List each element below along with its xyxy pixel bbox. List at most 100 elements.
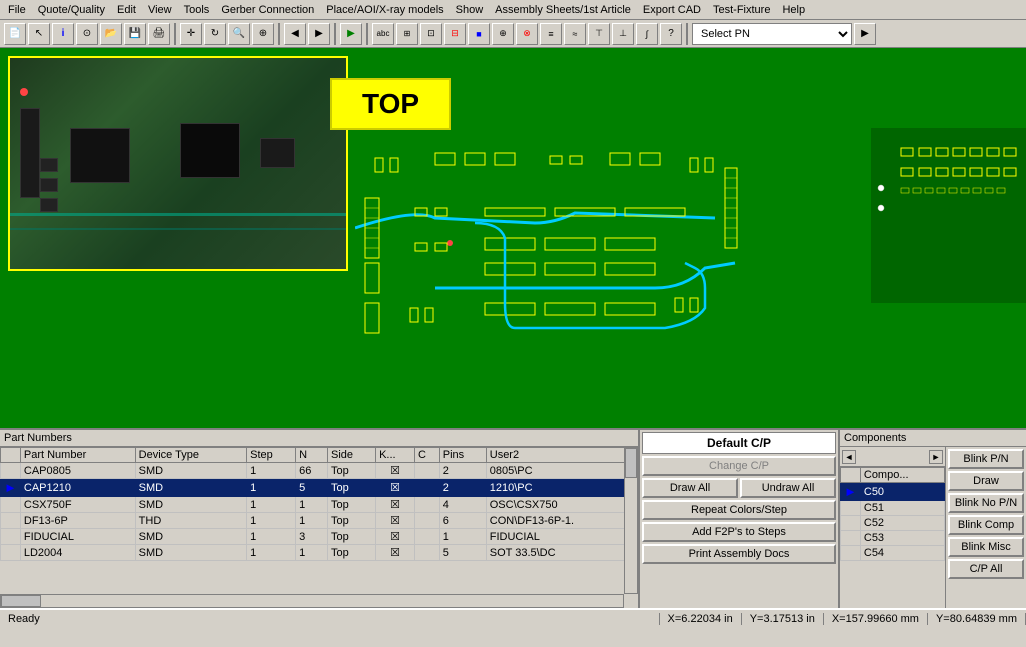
table-row[interactable]: LD2004 SMD 1 1 Top ☒ 5 SOT 33.5\DC [1, 545, 638, 561]
toolbar-rotate[interactable]: ↻ [204, 23, 226, 45]
toolbar-t4[interactable]: ⊟ [444, 23, 466, 45]
menu-testfixture[interactable]: Test-Fixture [707, 2, 776, 18]
undraw-all-button[interactable]: Undraw All [740, 478, 836, 498]
statusbar: Ready X=6.22034 in Y=3.17513 in X=157.99… [0, 608, 1026, 628]
row-c [414, 479, 439, 497]
menu-view[interactable]: View [142, 2, 178, 18]
draw-button[interactable]: Draw [948, 471, 1024, 491]
toolbar-t9[interactable]: ≈ [564, 23, 586, 45]
menu-quote[interactable]: Quote/Quality [32, 2, 111, 18]
menu-file[interactable]: File [2, 2, 32, 18]
toolbar-t5[interactable]: ■ [468, 23, 490, 45]
trace-h1 [10, 213, 348, 216]
pn-scroll-thumb-h[interactable] [1, 595, 41, 607]
comp-name: C52 [860, 516, 944, 531]
components-panel: Components ◄ ► Compo... [840, 430, 1026, 608]
pn-scroll-thumb-v[interactable] [625, 448, 637, 478]
pn-select-dropdown[interactable]: Select PN [692, 23, 852, 45]
toolbar-t12[interactable]: ∫ [636, 23, 658, 45]
print-docs-button[interactable]: Print Assembly Docs [642, 544, 836, 564]
main-canvas[interactable]: TOP [0, 48, 1026, 428]
toolbar-t3[interactable]: ⊡ [420, 23, 442, 45]
toolbar-fwd[interactable]: ▶ [308, 23, 330, 45]
col-user2[interactable]: User2 [486, 448, 637, 463]
toolbar: 📄 ↖ i ⊙ 📂 💾 🖨 ✛ ↻ 🔍 ⊕ ◀ ▶ ▶ abc ⊞ ⊡ ⊟ ■ … [0, 20, 1026, 48]
change-cp-button[interactable]: Change C/P [642, 456, 836, 476]
toolbar-print[interactable]: 🖨 [148, 23, 170, 45]
comp-arrow [841, 501, 861, 516]
toolbar-new[interactable]: 📄 [4, 23, 26, 45]
toolbar-open[interactable]: 📂 [100, 23, 122, 45]
row-device: SMD [135, 497, 246, 513]
col-c[interactable]: C [414, 448, 439, 463]
col-side[interactable]: Side [328, 448, 376, 463]
toolbar-cursor[interactable]: ↖ [28, 23, 50, 45]
row-pn: CAP0805 [20, 463, 135, 479]
comp-name: C53 [860, 531, 944, 546]
toolbar-target[interactable]: ⊙ [76, 23, 98, 45]
blink-misc-button[interactable]: Blink Misc [948, 537, 1024, 557]
pn-scrollbar-v[interactable] [624, 447, 638, 594]
toolbar-zoom[interactable]: ⊕ [252, 23, 274, 45]
pn-table-body: CAP0805 SMD 1 66 Top ☒ 2 0805\PC ► CAP12… [1, 463, 638, 561]
comp-row[interactable]: C52 [841, 516, 945, 531]
toolbar-info[interactable]: i [52, 23, 74, 45]
toolbar-green[interactable]: ▶ [340, 23, 362, 45]
menu-edit[interactable]: Edit [111, 2, 142, 18]
col-step[interactable]: Step [247, 448, 296, 463]
menu-help[interactable]: Help [776, 2, 811, 18]
col-n[interactable]: N [296, 448, 328, 463]
menu-tools[interactable]: Tools [178, 2, 216, 18]
row-user2: CON\DF13-6P-1. [486, 513, 637, 529]
cp-all-button[interactable]: C/P All [948, 559, 1024, 579]
table-row[interactable]: ► CAP1210 SMD 1 5 Top ☒ 2 1210\PC [1, 479, 638, 497]
toolbar-t1[interactable]: abc [372, 23, 394, 45]
col-pins[interactable]: Pins [439, 448, 486, 463]
comp-row[interactable]: ► C50 [841, 483, 945, 501]
table-row[interactable]: CSX750F SMD 1 1 Top ☒ 4 OSC\CSX750 [1, 497, 638, 513]
pn-scrollbar-h[interactable] [0, 594, 624, 608]
row-side: Top [328, 513, 376, 529]
menu-assembly[interactable]: Assembly Sheets/1st Article [489, 2, 637, 18]
comp-prev-btn[interactable]: ◄ [842, 450, 856, 464]
add-f2p-button[interactable]: Add F2P's to Steps [642, 522, 836, 542]
toolbar-move[interactable]: ✛ [180, 23, 202, 45]
col-pn[interactable]: Part Number [20, 448, 135, 463]
blink-no-pn-button[interactable]: Blink No P/N [948, 493, 1024, 513]
toolbar-search[interactable]: 🔍 [228, 23, 250, 45]
row-c [414, 463, 439, 479]
toolbar-pn-btn[interactable]: ▶ [854, 23, 876, 45]
toolbar-save[interactable]: 💾 [124, 23, 146, 45]
menu-place[interactable]: Place/AOI/X-ray models [320, 2, 449, 18]
row-k: ☒ [376, 463, 415, 479]
toolbar-t2[interactable]: ⊞ [396, 23, 418, 45]
toolbar-t11[interactable]: ⊥ [612, 23, 634, 45]
table-row[interactable]: FIDUCIAL SMD 1 3 Top ☒ 1 FIDUCIAL [1, 529, 638, 545]
toolbar-t13[interactable]: ? [660, 23, 682, 45]
menu-gerber[interactable]: Gerber Connection [215, 2, 320, 18]
col-device[interactable]: Device Type [135, 448, 246, 463]
row-pins: 1 [439, 529, 486, 545]
table-row[interactable]: DF13-6P THD 1 1 Top ☒ 6 CON\DF13-6P-1. [1, 513, 638, 529]
toolbar-t10[interactable]: ⊤ [588, 23, 610, 45]
table-row[interactable]: CAP0805 SMD 1 66 Top ☒ 2 0805\PC [1, 463, 638, 479]
toolbar-t7[interactable]: ⊗ [516, 23, 538, 45]
toolbar-back[interactable]: ◀ [284, 23, 306, 45]
comp-next-btn[interactable]: ► [929, 450, 943, 464]
blink-comp-button[interactable]: Blink Comp [948, 515, 1024, 535]
blink-pn-button[interactable]: Blink P/N [948, 449, 1024, 469]
comp-row[interactable]: C53 [841, 531, 945, 546]
row-n: 3 [296, 529, 328, 545]
menu-show[interactable]: Show [450, 2, 490, 18]
comp-col-name[interactable]: Compo... [860, 468, 944, 483]
toolbar-t6[interactable]: ⊕ [492, 23, 514, 45]
repeat-colors-button[interactable]: Repeat Colors/Step [642, 500, 836, 520]
comp-nav-bar: ◄ ► [840, 447, 945, 467]
menu-export[interactable]: Export CAD [637, 2, 707, 18]
toolbar-t8[interactable]: ≡ [540, 23, 562, 45]
comp-row[interactable]: C51 [841, 501, 945, 516]
comp-row[interactable]: C54 [841, 546, 945, 561]
row-pn: FIDUCIAL [20, 529, 135, 545]
col-k[interactable]: K... [376, 448, 415, 463]
draw-all-button[interactable]: Draw All [642, 478, 738, 498]
